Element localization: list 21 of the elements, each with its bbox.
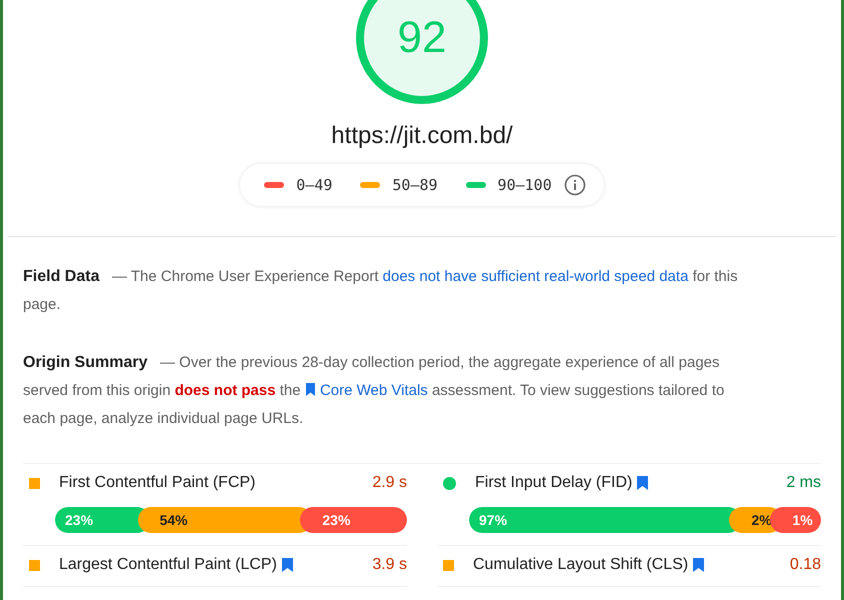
metric-name: First Contentful Paint (FCP) [59, 474, 256, 492]
distribution-segment: 23% [300, 507, 407, 533]
legend-label: 90–100 [498, 176, 552, 194]
distribution-segment: 1% [770, 507, 821, 533]
field-data-text: Field Data — The Chrome User Experience Report does not have sufficient real-world speed data for this page. [23, 267, 739, 315]
metric-value: 2.9 s [372, 474, 407, 492]
legend-label: 0–49 [296, 176, 332, 194]
metric-name: Cumulative Layout Shift (CLS) [473, 556, 688, 574]
link[interactable]: does not have sufficient real-world speed data [382, 268, 688, 285]
metric-value: 3.9 s [372, 556, 407, 574]
metric-name: Largest Contentful Paint (LCP) [59, 556, 277, 574]
bookmark-icon [304, 383, 316, 396]
info-icon[interactable] [564, 174, 586, 196]
origin-summary-text: Origin Summary — Over the previous 28-day collection period, the aggregate experience of all pages served from this origin does not pass the Core Web Vitals assessment. To view suggestions tailored to each page, analyze individual page URLs. [23, 353, 726, 429]
metric-value: 0.18 [790, 556, 821, 574]
link[interactable]: Core Web Vitals [320, 382, 428, 399]
metric-value: 2 ms [786, 474, 821, 492]
score-value: 92 [396, 12, 448, 64]
metric-name: First Input Delay (FID) [475, 474, 632, 492]
page-url: https://jit.com.bd/ [330, 122, 514, 150]
legend-label: 50–89 [392, 176, 438, 194]
